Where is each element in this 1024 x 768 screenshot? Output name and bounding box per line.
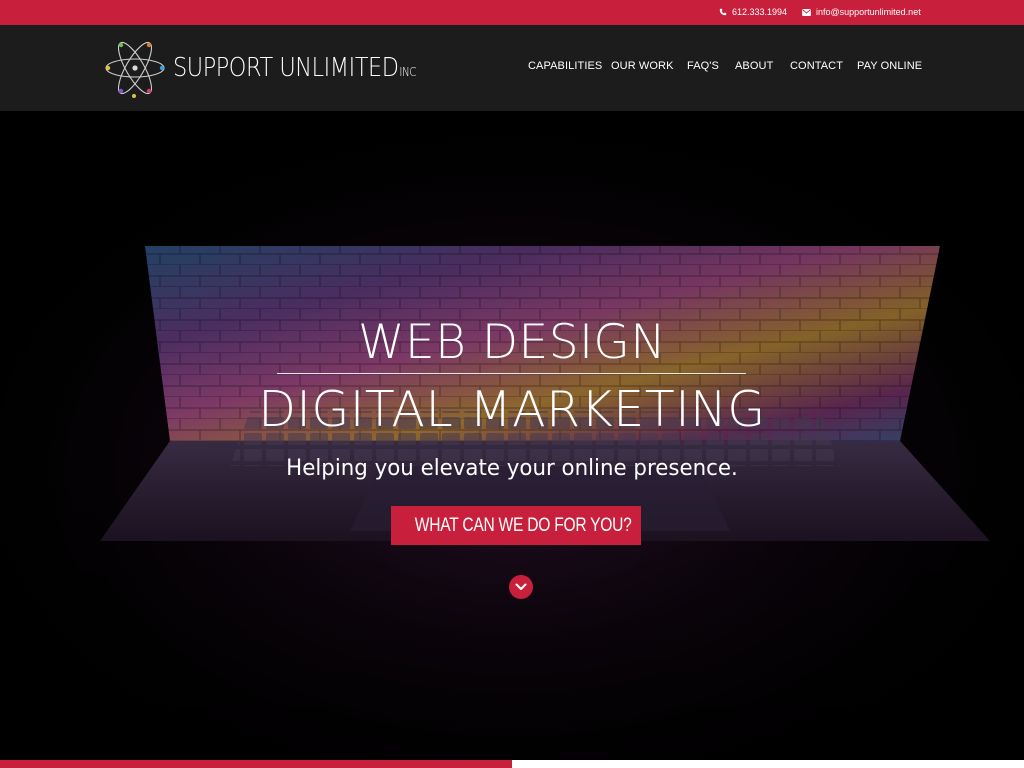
envelope-icon xyxy=(802,8,811,16)
nav-our-work[interactable]: OUR WORK xyxy=(611,60,674,72)
bottom-accent-bar xyxy=(0,760,512,768)
phone-contact[interactable]: 612.333.1994 xyxy=(719,7,787,17)
hero-divider xyxy=(277,373,746,374)
email-contact[interactable]: info@supportunlimited.net xyxy=(802,7,921,17)
scroll-down-button[interactable] xyxy=(509,575,533,599)
phone-number[interactable]: 612.333.1994 xyxy=(732,7,787,17)
site-header: SUPPORT UNLIMITED INC CAPABILITIES OUR W… xyxy=(0,25,1024,111)
hero-subtitle: Helping you elevate your online presence… xyxy=(286,456,738,481)
main-nav: CAPABILITIES OUR WORK FAQ'S ABOUT CONTAC… xyxy=(0,60,1024,76)
top-contact-bar: 612.333.1994 info@supportunlimited.net xyxy=(0,0,1024,25)
chevron-down-icon xyxy=(515,583,527,590)
cta-label: WHAT CAN WE DO FOR YOU? xyxy=(414,514,632,536)
hero-title-digital-marketing: DIGITAL MARKETING xyxy=(258,381,766,438)
cta-button[interactable]: WHAT CAN WE DO FOR YOU? xyxy=(391,506,641,545)
nav-contact[interactable]: CONTACT xyxy=(790,60,843,72)
phone-icon xyxy=(719,8,727,16)
nav-capabilities[interactable]: CAPABILITIES xyxy=(528,60,602,72)
hero-title-web-design: WEB DESIGN xyxy=(357,315,667,370)
nav-faqs[interactable]: FAQ'S xyxy=(687,60,719,72)
hero-section: WEB DESIGN DIGITAL MARKETING Helping you… xyxy=(0,111,1024,760)
nav-about[interactable]: ABOUT xyxy=(735,60,773,72)
nav-pay-online[interactable]: PAY ONLINE xyxy=(857,60,922,72)
bottom-section-edge xyxy=(0,760,1024,768)
email-address[interactable]: info@supportunlimited.net xyxy=(816,7,921,17)
